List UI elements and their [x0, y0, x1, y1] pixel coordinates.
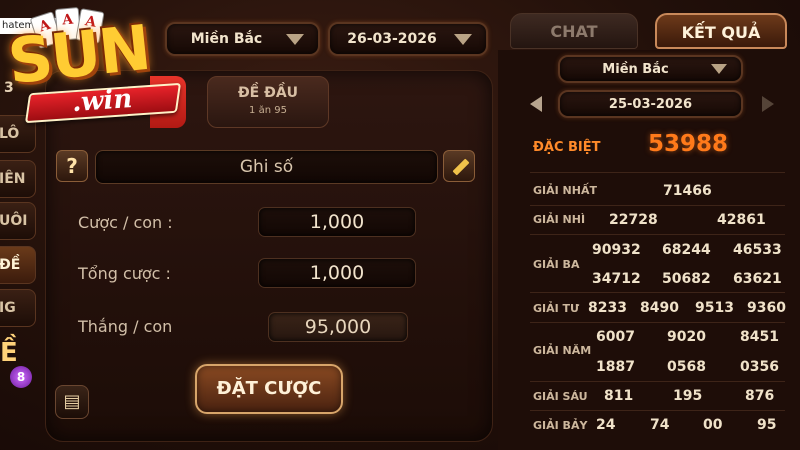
date-select-value: 26-03-2026 [347, 31, 437, 47]
prize-7-label: GIẢI BẢY [533, 419, 588, 432]
results-region-value: Miền Bắc [602, 61, 669, 77]
number-input[interactable]: Ghi số [95, 150, 438, 184]
divider [530, 292, 785, 293]
results-region-select[interactable]: Miền Bắc [558, 55, 743, 83]
left-tab-cang[interactable]: IG [0, 289, 36, 327]
caret-down-icon [711, 64, 727, 74]
prize-2-label: GIẢI NHÌ [533, 213, 586, 226]
prize-5-label: GIẢI NĂM [533, 344, 592, 357]
prize-number: 1887 [596, 359, 635, 375]
left-tab-de[interactable]: ĐỀ [0, 246, 36, 284]
prize-number: 876 [745, 388, 775, 404]
prize-number: 9020 [667, 329, 706, 345]
bet-per-number-label: Cược / con : [78, 213, 173, 232]
prize-number: 90932 [592, 242, 641, 258]
pencil-icon [452, 158, 470, 176]
arrow-left-icon[interactable] [530, 96, 542, 112]
help-icon: ? [66, 154, 78, 178]
logo-sub-text: .win [71, 83, 134, 119]
caret-down-icon [454, 33, 472, 45]
caret-down-icon [286, 33, 304, 45]
prize-number: 42861 [717, 212, 766, 228]
lottery-ball-label: 8 [16, 370, 26, 384]
win-per-number-label: Thắng / con [78, 317, 173, 336]
prize-number: 34712 [592, 271, 641, 287]
edit-numbers-button[interactable] [443, 150, 475, 182]
prize-number: 9360 [747, 300, 786, 316]
prize-number: 8451 [740, 329, 779, 345]
prize-number: 811 [604, 388, 634, 404]
prize-number: 24 [596, 417, 616, 433]
prize-number: 9513 [695, 300, 734, 316]
left-tab-duoi[interactable]: UÔI [0, 202, 36, 240]
bet-per-number-input[interactable]: 1,000 [258, 207, 416, 237]
prize-number: 195 [673, 388, 703, 404]
prize-number: 46533 [733, 242, 782, 258]
prize-number: 8233 [588, 300, 627, 316]
special-prize-label: ĐẶC BIỆT [533, 140, 601, 155]
divider [530, 234, 785, 235]
prize-number: 74 [650, 417, 670, 433]
prize-number: 0568 [667, 359, 706, 375]
divider [530, 322, 785, 323]
number-input-placeholder: Ghi số [239, 157, 294, 177]
left-tab-label: UÔI [0, 213, 28, 229]
prize-number: 50682 [662, 271, 711, 287]
special-prize-value: 53988 [648, 131, 729, 157]
prize-number: 0356 [740, 359, 779, 375]
left-tab-xien[interactable]: IÊN [0, 160, 36, 198]
date-select[interactable]: 26-03-2026 [328, 22, 488, 56]
tab-ket-qua[interactable]: KẾT QUẢ [655, 13, 787, 49]
tab-de-dau-odds: 1 ăn 95 [249, 105, 287, 116]
history-button[interactable]: ▤ [55, 385, 89, 419]
left-tab-label: IÊN [0, 171, 26, 187]
lottery-ball-icon: 8 [10, 366, 32, 388]
divider [530, 172, 785, 173]
prize-number: 63621 [733, 271, 782, 287]
left-tab-label: ĐỀ [0, 257, 21, 273]
prize-1-label: GIẢI NHẤT [533, 184, 597, 197]
place-bet-button[interactable]: ĐẶT CƯỢC [195, 364, 343, 414]
prize-6-label: GIẢI SÁU [533, 390, 588, 403]
results-date-value: 25-03-2026 [608, 96, 693, 112]
help-button[interactable]: ? [56, 150, 88, 182]
prize-4-label: GIẢI TƯ [533, 302, 580, 315]
prize-number: 95 [757, 417, 777, 433]
divider [530, 381, 785, 382]
divider [530, 205, 785, 206]
tab-chat[interactable]: CHAT [510, 13, 638, 49]
scroll-icon: ▤ [63, 391, 81, 412]
prize-3-label: GIẢI BA [533, 258, 580, 271]
prize-number: 8490 [640, 300, 679, 316]
prize-number: 6007 [596, 329, 635, 345]
prize-number: 68244 [662, 242, 711, 258]
tab-de-dau-title: ĐỀ ĐẦU [237, 85, 299, 101]
prize-number: 00 [703, 417, 723, 433]
divider [530, 410, 785, 411]
arrow-right-icon[interactable] [762, 96, 774, 112]
win-per-number-field: 95,000 [268, 312, 408, 342]
total-bet-label: Tổng cược : [78, 264, 171, 283]
total-bet-field: 1,000 [258, 258, 416, 288]
prize-number: 22728 [609, 212, 658, 228]
results-date-display: 25-03-2026 [558, 90, 743, 118]
tab-de-dau[interactable]: ĐỀ ĐẦU 1 ăn 95 [207, 76, 329, 128]
sunwin-logo: hatemdian 3 A A A SUN .win [0, 0, 200, 150]
left-tab-label: IG [0, 300, 16, 316]
prize-number: 71466 [663, 183, 712, 199]
